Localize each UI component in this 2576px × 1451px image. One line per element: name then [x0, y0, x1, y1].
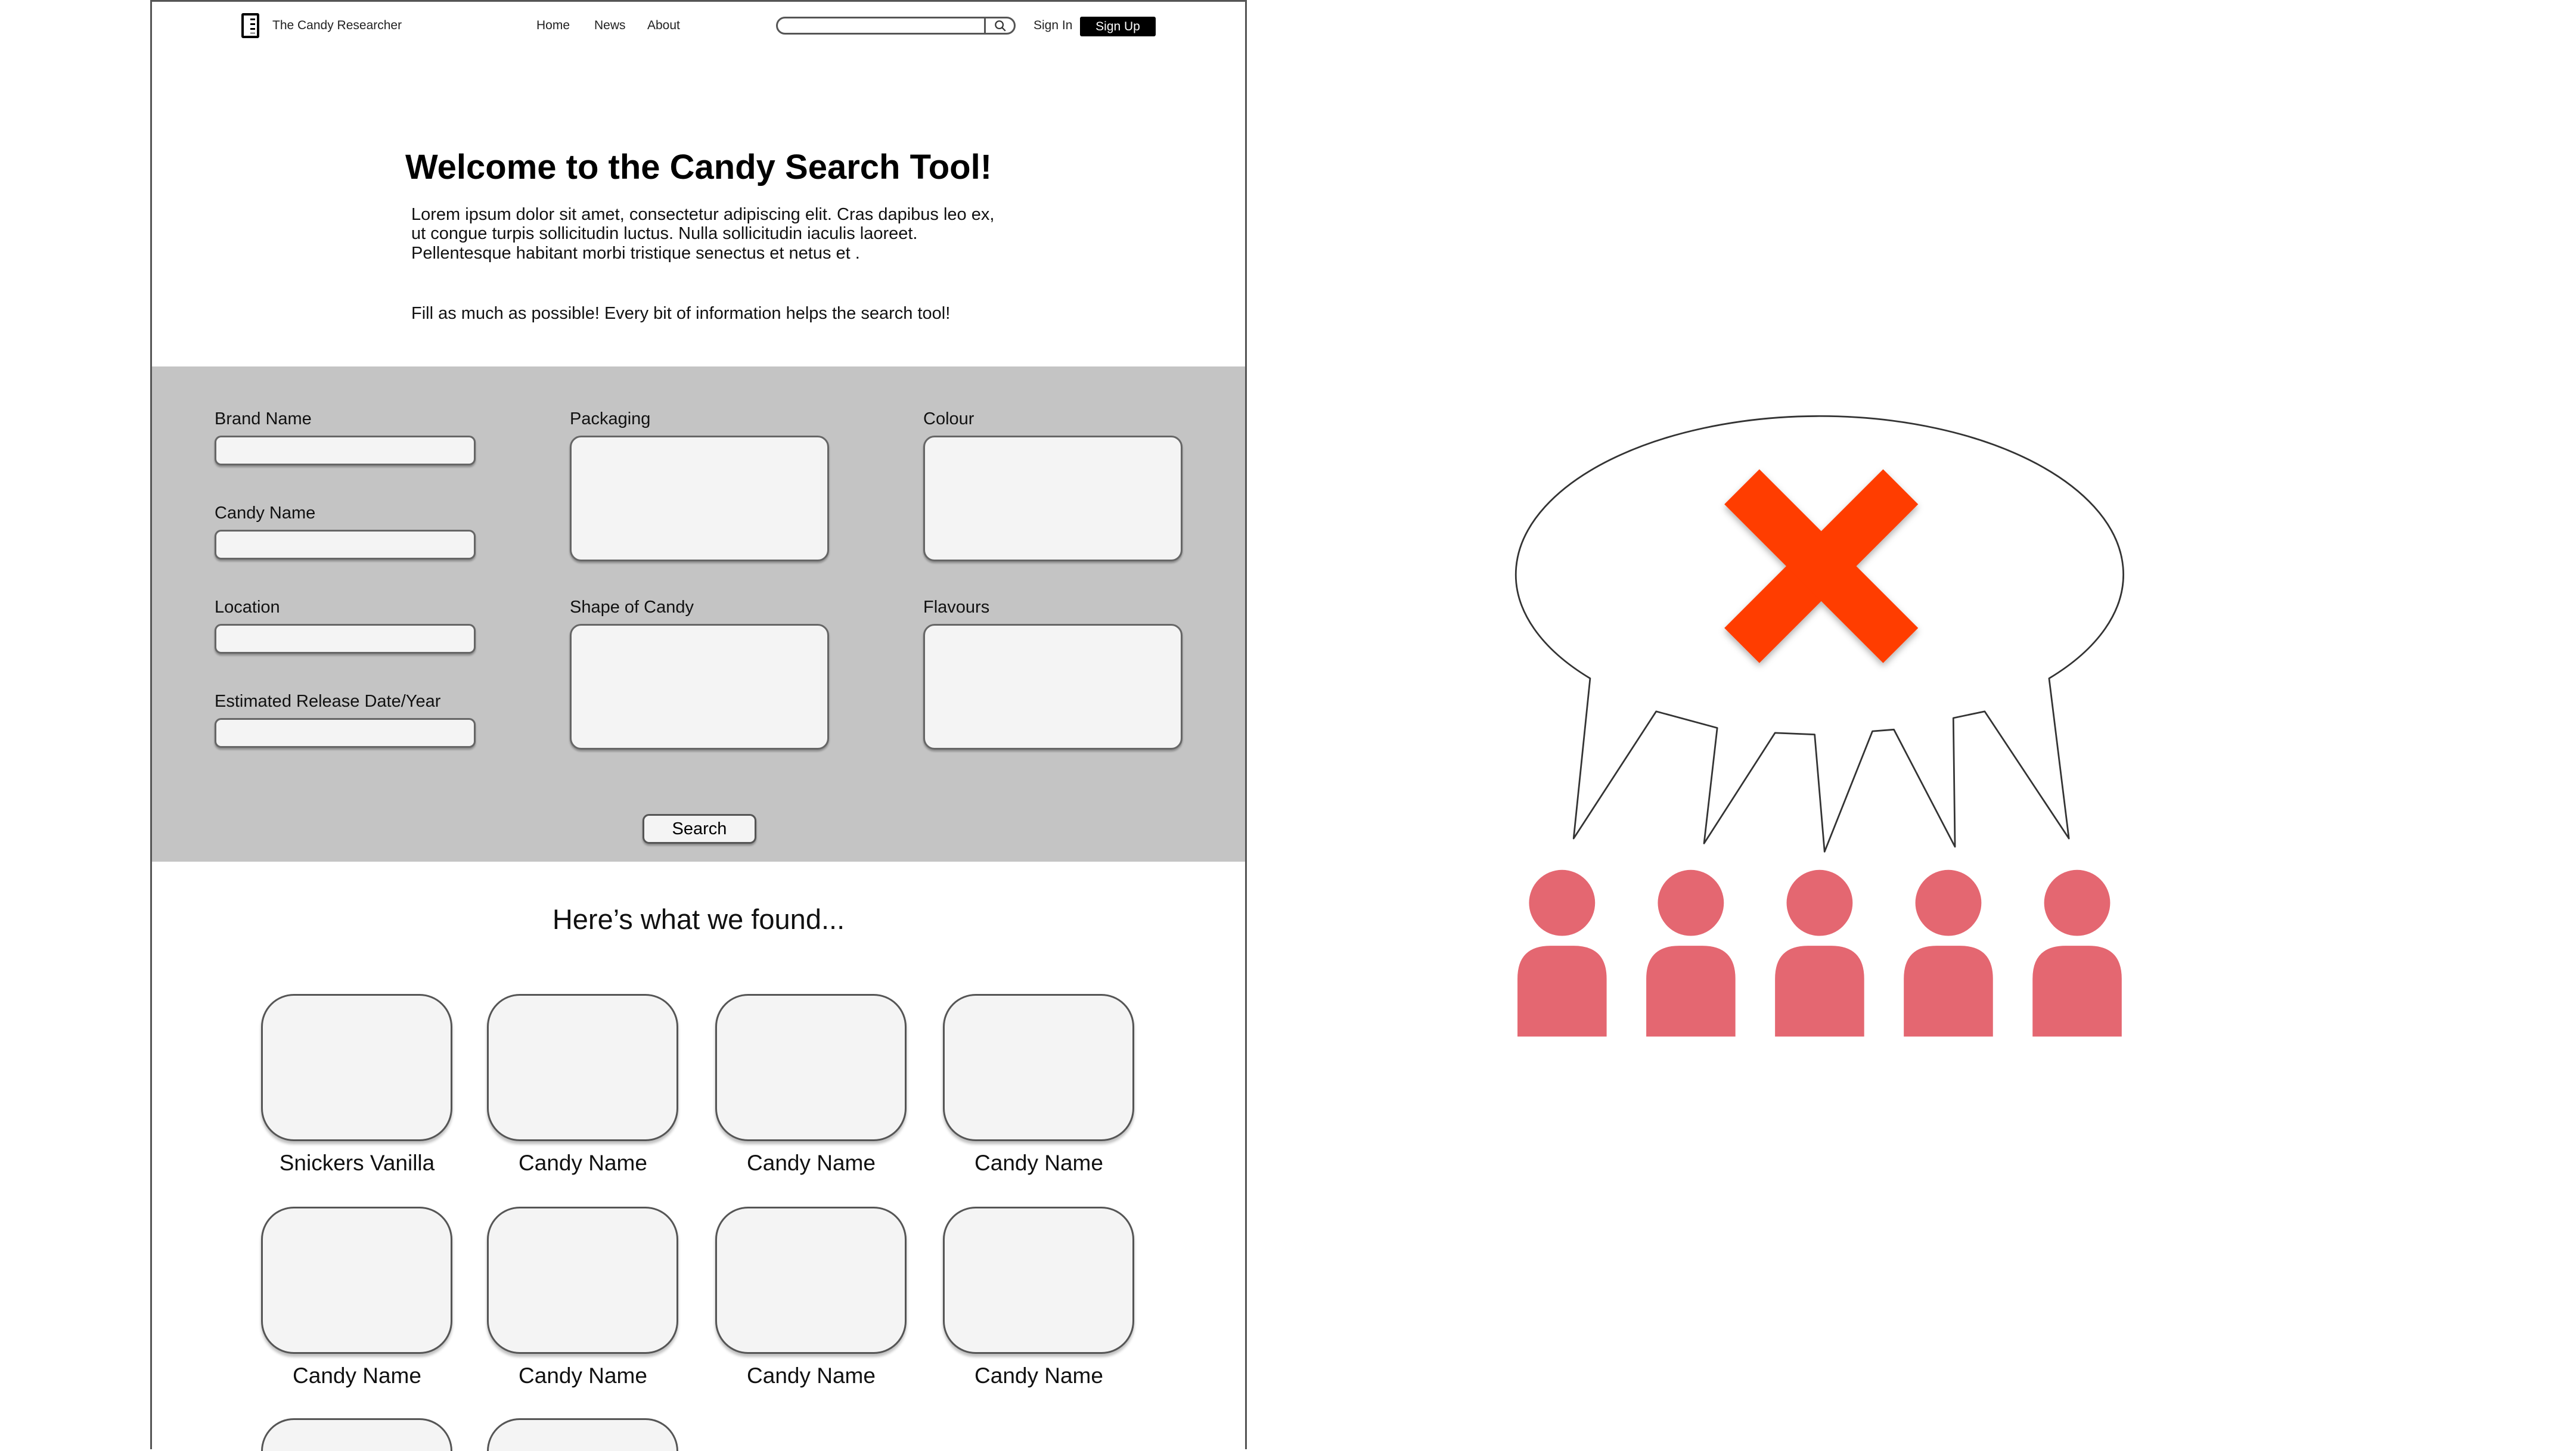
speech-bubble: [1514, 415, 2124, 853]
feedback-illustration: [1514, 415, 2124, 1037]
person-icon: [1646, 869, 1736, 1037]
person-icon: [1904, 869, 1993, 1037]
person-icon: [1775, 869, 1864, 1037]
person-icon: [1517, 869, 1607, 1037]
person-icon: [2032, 869, 2122, 1037]
